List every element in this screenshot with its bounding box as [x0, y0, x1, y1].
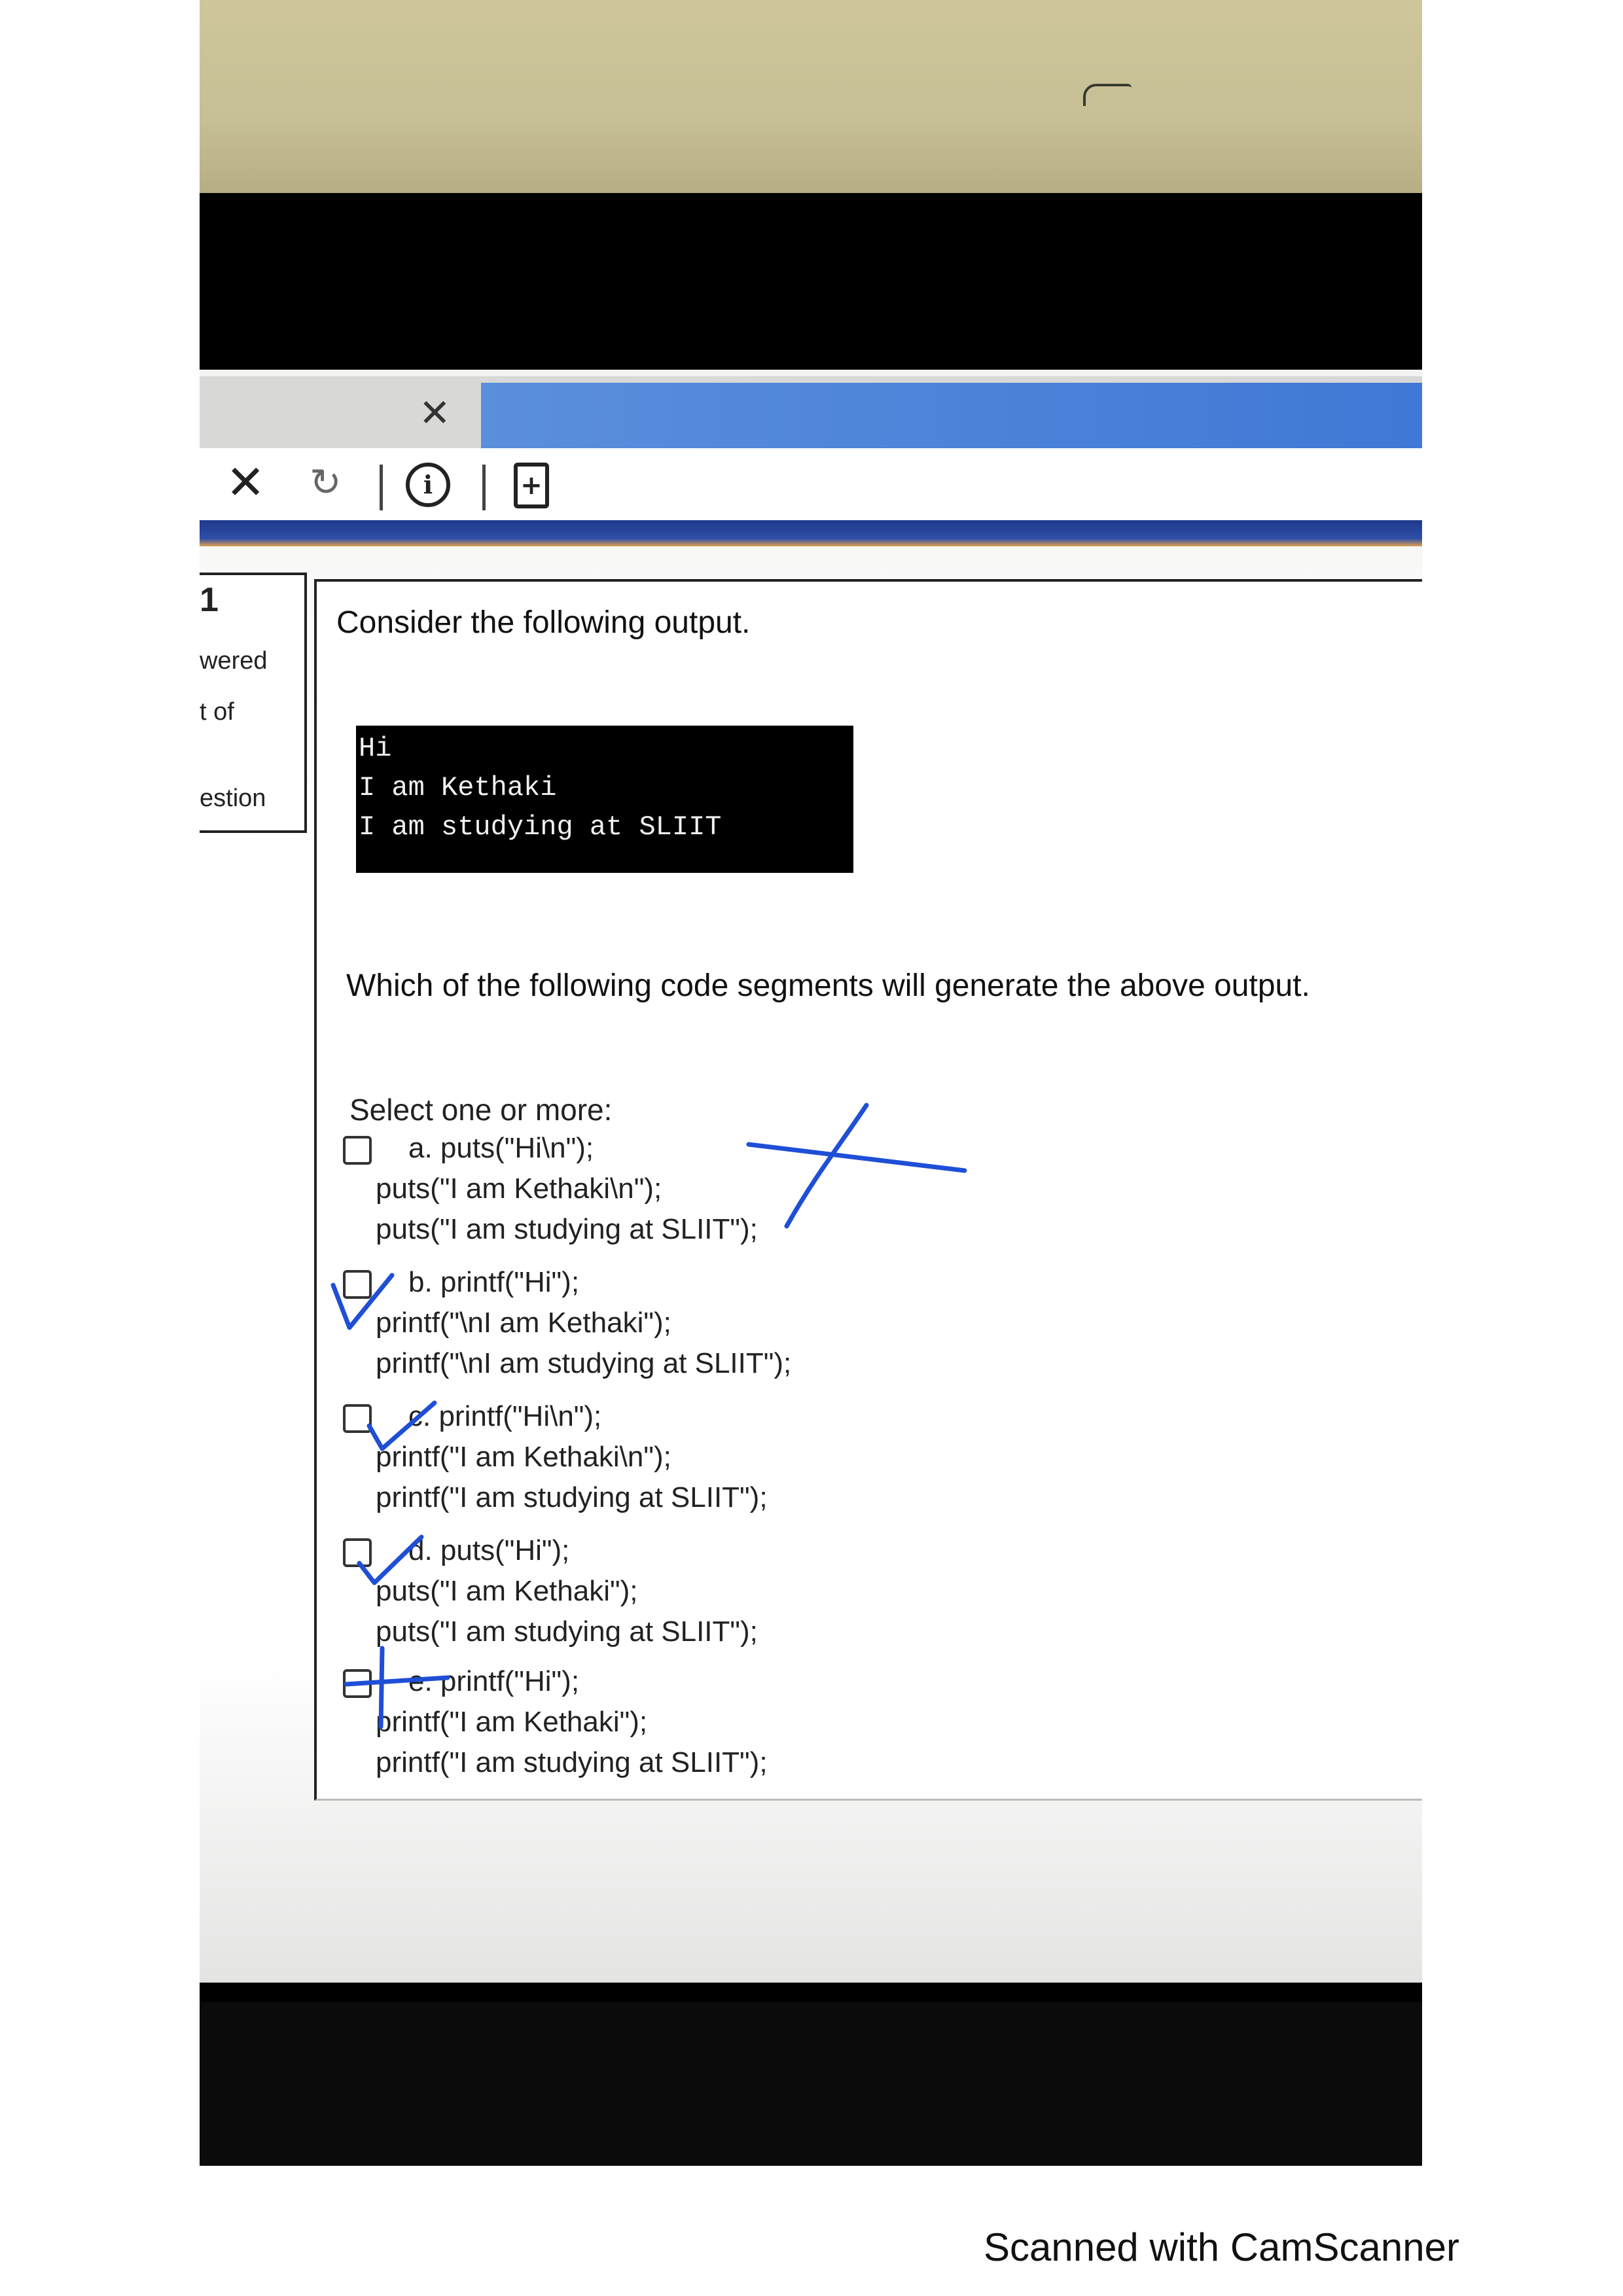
console-output-image: Hi I am Kethaki I am studying at SLIIT — [356, 726, 853, 873]
marks-text: t of — [200, 698, 234, 726]
answer-option-c[interactable]: c. printf("Hi\n"); printf("I am Kethaki\… — [343, 1396, 768, 1518]
checkbox[interactable] — [343, 1669, 372, 1698]
close-icon[interactable]: ✕ — [419, 391, 451, 435]
option-line: b. printf("Hi"); — [408, 1266, 580, 1298]
option-line: d. puts("Hi"); — [408, 1534, 570, 1566]
option-line: c. printf("Hi\n"); — [408, 1400, 602, 1432]
wall-mark — [1083, 84, 1132, 106]
toolbar-divider — [380, 465, 383, 510]
question-number: 1 — [200, 581, 219, 619]
select-instruction: Select one or more: — [349, 1093, 613, 1127]
checkbox[interactable] — [343, 1404, 372, 1433]
stop-icon[interactable]: ✕ — [226, 456, 265, 508]
answer-option-a[interactable]: a. puts("Hi\n"); puts("I am Kethaki\n");… — [343, 1128, 758, 1250]
answer-option-d[interactable]: d. puts("Hi"); puts("I am Kethaki"); put… — [343, 1530, 758, 1652]
flag-question-text: estion — [200, 785, 266, 812]
option-line: a. puts("Hi\n"); — [408, 1132, 594, 1164]
question-panel: Consider the following output. Hi I am Ke… — [314, 579, 1422, 1801]
checkbox[interactable] — [343, 1270, 372, 1299]
answer-option-b[interactable]: b. printf("Hi"); printf("\nI am Kethaki"… — [343, 1262, 792, 1384]
console-line: Hi — [359, 733, 392, 764]
toolbar-divider — [482, 465, 486, 510]
option-line: puts("I am studying at SLIIT"); — [376, 1616, 758, 1648]
scanner-watermark: Scanned with CamScanner — [983, 2225, 1459, 2269]
browser-screen: ✕ ✕ ↻ i + 1 wered t of estion Consider t… — [200, 370, 1422, 1983]
option-line: puts("I am Kethaki"); — [376, 1575, 638, 1607]
question-prompt: Consider the following output. — [336, 605, 751, 640]
active-tab[interactable] — [481, 383, 1422, 453]
wall-background — [200, 0, 1422, 193]
question-text: Which of the following code segments wil… — [346, 968, 1310, 1003]
browser-toolbar: ✕ ↻ i + — [200, 448, 1422, 520]
option-line: printf("I am studying at SLIIT"); — [376, 1481, 768, 1513]
tab-strip: ✕ — [200, 376, 1422, 453]
site-header-bar — [200, 520, 1422, 546]
answer-option-e[interactable]: e. printf("Hi"); printf("I am Kethaki");… — [343, 1661, 768, 1783]
option-line: e. printf("Hi"); — [408, 1665, 580, 1697]
monitor-bezel — [200, 2002, 1422, 2166]
question-info-panel: 1 wered t of estion — [200, 573, 307, 833]
option-line: puts("I am studying at SLIIT"); — [376, 1213, 758, 1245]
new-document-icon[interactable]: + — [514, 463, 549, 508]
checkbox[interactable] — [343, 1538, 372, 1567]
option-line: printf("I am Kethaki"); — [376, 1706, 648, 1738]
option-line: printf("\nI am Kethaki"); — [376, 1307, 671, 1339]
cross-mark-a — [746, 1142, 967, 1173]
reload-icon[interactable]: ↻ — [310, 456, 342, 508]
cross-mark-a — [784, 1103, 869, 1229]
option-line: printf("I am studying at SLIIT"); — [376, 1746, 768, 1778]
option-line: printf("I am Kethaki\n"); — [376, 1441, 671, 1473]
info-icon[interactable]: i — [406, 463, 450, 507]
option-line: puts("I am Kethaki\n"); — [376, 1173, 662, 1205]
photo-of-monitor: ✕ ✕ ↻ i + 1 wered t of estion Consider t… — [200, 0, 1422, 2166]
checkbox[interactable] — [343, 1136, 372, 1165]
console-line: I am studying at SLIIT — [359, 811, 722, 843]
option-line: printf("\nI am studying at SLIIT"); — [376, 1347, 792, 1379]
status-text: wered — [200, 647, 268, 675]
console-line: I am Kethaki — [359, 772, 557, 804]
